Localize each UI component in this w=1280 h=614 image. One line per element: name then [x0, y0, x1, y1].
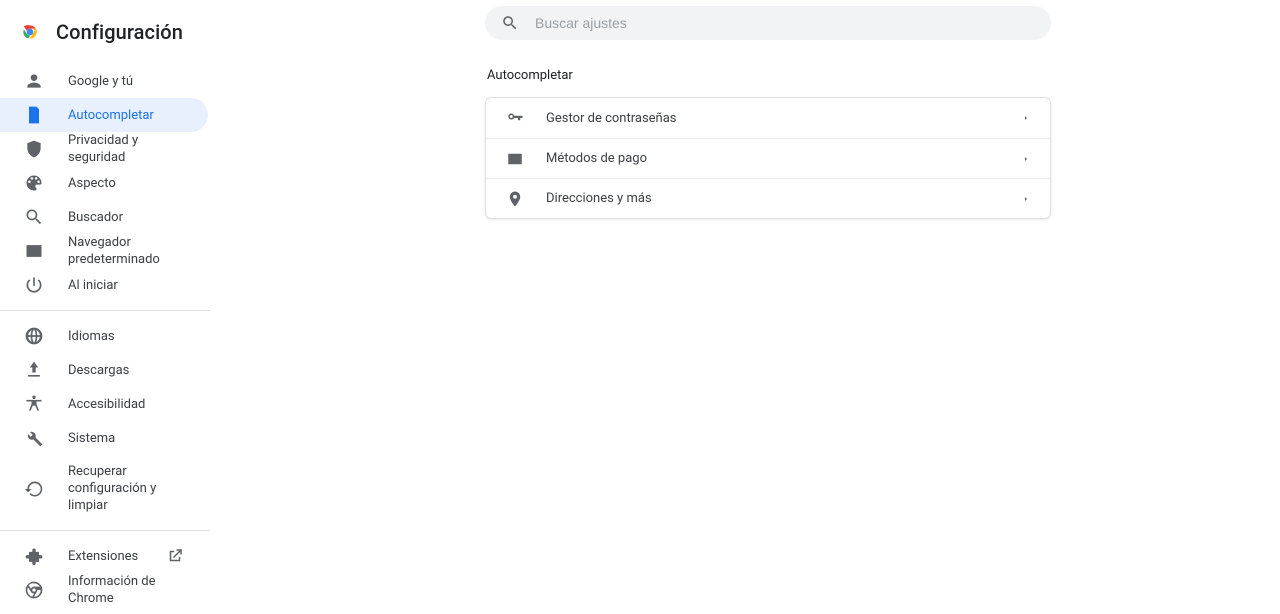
- nav-main: Google y tú Autocompletar Privacidad y s…: [0, 64, 256, 302]
- sidebar-item-on-startup[interactable]: Al iniciar: [0, 268, 208, 302]
- sidebar-item-label: Información de Chrome: [68, 573, 184, 607]
- power-icon: [24, 275, 44, 295]
- sidebar-item-label: Aspecto: [68, 175, 184, 192]
- search-input[interactable]: [535, 15, 1035, 31]
- location-icon: [506, 190, 524, 208]
- sidebar-item-label: Accesibilidad: [68, 396, 184, 413]
- sidebar-item-label: Autocompletar: [68, 107, 184, 124]
- chevron-right-icon: [1022, 195, 1030, 203]
- sidebar-item-label: Google y tú: [68, 73, 184, 90]
- person-icon: [24, 71, 44, 91]
- download-icon: [24, 360, 44, 380]
- sidebar-item-accessibility[interactable]: Accesibilidad: [0, 387, 208, 421]
- sidebar-item-label: Recuperar configuración y limpiar: [68, 463, 184, 514]
- sidebar-item-label: Buscador: [68, 209, 184, 226]
- credit-card-icon: [506, 150, 524, 168]
- search-icon: [501, 14, 519, 32]
- row-label: Direcciones y más: [546, 191, 1000, 206]
- chevron-right-icon: [1022, 114, 1030, 122]
- wrench-icon: [24, 428, 44, 448]
- sidebar-item-about-chrome[interactable]: Información de Chrome: [0, 573, 208, 607]
- sidebar-item-label: Idiomas: [68, 328, 184, 345]
- sidebar-item-google-and-you[interactable]: Google y tú: [0, 64, 208, 98]
- sidebar-item-label: Descargas: [68, 362, 184, 379]
- row-password-manager[interactable]: Gestor de contraseñas: [486, 98, 1050, 138]
- accessibility-icon: [24, 394, 44, 414]
- main-content: Autocompletar Gestor de contraseñas Méto…: [256, 0, 1280, 614]
- search-icon: [24, 207, 44, 227]
- sidebar-item-privacy[interactable]: Privacidad y seguridad: [0, 132, 208, 166]
- extension-icon: [24, 546, 44, 566]
- sidebar: Configuración Google y tú Autocompletar …: [0, 0, 256, 614]
- section-title: Autocompletar: [485, 68, 1051, 83]
- app-header: Configuración: [0, 8, 256, 56]
- sidebar-item-label: Sistema: [68, 430, 184, 447]
- sidebar-item-label: Extensiones: [68, 548, 142, 565]
- globe-icon: [24, 326, 44, 346]
- chrome-logo-icon: [20, 22, 40, 42]
- row-addresses[interactable]: Direcciones y más: [486, 178, 1050, 218]
- row-label: Métodos de pago: [546, 151, 1000, 166]
- browser-icon: [24, 241, 44, 261]
- sidebar-item-default-browser[interactable]: Navegador predeterminado: [0, 234, 208, 268]
- sidebar-item-label: Privacidad y seguridad: [68, 132, 184, 166]
- open-external-icon: [166, 547, 184, 565]
- sidebar-item-extensions[interactable]: Extensiones: [0, 539, 208, 573]
- restore-icon: [24, 479, 44, 499]
- row-label: Gestor de contraseñas: [546, 111, 1000, 126]
- palette-icon: [24, 173, 44, 193]
- nav-footer: Extensiones Información de Chrome: [0, 539, 256, 607]
- app-title: Configuración: [56, 20, 183, 44]
- sidebar-item-label: Navegador predeterminado: [68, 234, 184, 268]
- sidebar-item-system[interactable]: Sistema: [0, 421, 208, 455]
- chevron-right-icon: [1022, 155, 1030, 163]
- divider: [0, 530, 210, 531]
- search-bar[interactable]: [485, 6, 1051, 40]
- sidebar-item-downloads[interactable]: Descargas: [0, 353, 208, 387]
- key-icon: [506, 109, 524, 127]
- sidebar-item-appearance[interactable]: Aspecto: [0, 166, 208, 200]
- sidebar-item-languages[interactable]: Idiomas: [0, 319, 208, 353]
- row-payment-methods[interactable]: Métodos de pago: [486, 138, 1050, 178]
- autofill-section: Autocompletar Gestor de contraseñas Méto…: [485, 68, 1051, 219]
- chrome-outline-icon: [24, 580, 44, 600]
- nav-advanced: Idiomas Descargas Accesibilidad Sistema …: [0, 319, 256, 522]
- shield-icon: [24, 139, 44, 159]
- divider: [0, 310, 210, 311]
- sidebar-item-search-engine[interactable]: Buscador: [0, 200, 208, 234]
- sidebar-item-label: Al iniciar: [68, 277, 184, 294]
- settings-card: Gestor de contraseñas Métodos de pago Di…: [485, 97, 1051, 219]
- sidebar-item-reset[interactable]: Recuperar configuración y limpiar: [0, 455, 208, 522]
- sidebar-item-autofill[interactable]: Autocompletar: [0, 98, 208, 132]
- document-icon: [24, 105, 44, 125]
